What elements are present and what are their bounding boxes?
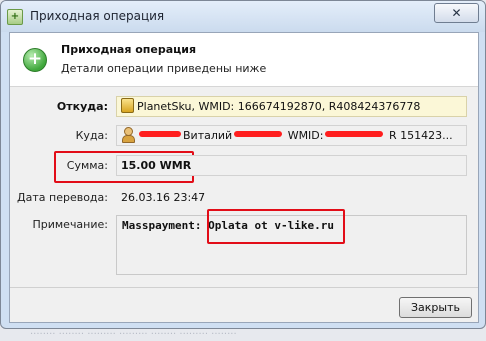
amount-value: 15.00 WMR: [121, 159, 192, 172]
to-wmid-prefix: WMID:: [287, 129, 324, 142]
to-field[interactable]: Виталий WMID: R 151423...: [116, 125, 467, 146]
from-field[interactable]: PlanetSku, WMID: 166674192870, R40842437…: [116, 96, 467, 117]
to-purse: R 151423...: [388, 129, 453, 142]
wallet-icon: [121, 98, 134, 113]
note-highlight-frame: [207, 209, 345, 244]
redaction-mark: [234, 131, 283, 137]
footer-divider: [10, 287, 478, 288]
header-subtitle: Детали операции приведены ниже: [61, 62, 267, 75]
note-prefix: Masspayment:: [122, 219, 202, 232]
person-icon: [121, 127, 135, 143]
window-title: Приходная операция: [30, 9, 165, 23]
from-label: Откуда:: [56, 100, 108, 113]
redaction-mark: [139, 131, 181, 137]
to-name: Виталий: [183, 129, 233, 142]
date-field[interactable]: 26.03.16 23:47: [116, 187, 467, 208]
dialog-client: + Приходная операция Детали операции при…: [9, 32, 479, 323]
amount-field[interactable]: 15.00 WMR: [116, 155, 467, 176]
to-label: Куда:: [75, 129, 108, 142]
close-button[interactable]: Закрыть: [399, 297, 472, 318]
date-label: Дата перевода:: [17, 191, 108, 204]
note-label: Примечание:: [32, 218, 108, 231]
dialog-header: + Приходная операция Детали операции при…: [10, 33, 478, 87]
window-close-button[interactable]: ✕: [434, 3, 479, 23]
header-title: Приходная операция: [61, 43, 197, 56]
app-icon: +: [7, 9, 23, 25]
dialog-window: + Приходная операция ✕ + Приходная опера…: [0, 0, 486, 329]
from-value: PlanetSku, WMID: 166674192870, R40842437…: [137, 100, 421, 113]
redaction-mark: [325, 131, 384, 137]
title-bar[interactable]: + Приходная операция ✕: [1, 1, 485, 32]
date-value: 26.03.16 23:47: [121, 191, 206, 204]
amount-label: Сумма:: [66, 159, 108, 172]
incoming-plus-icon: +: [23, 48, 47, 72]
